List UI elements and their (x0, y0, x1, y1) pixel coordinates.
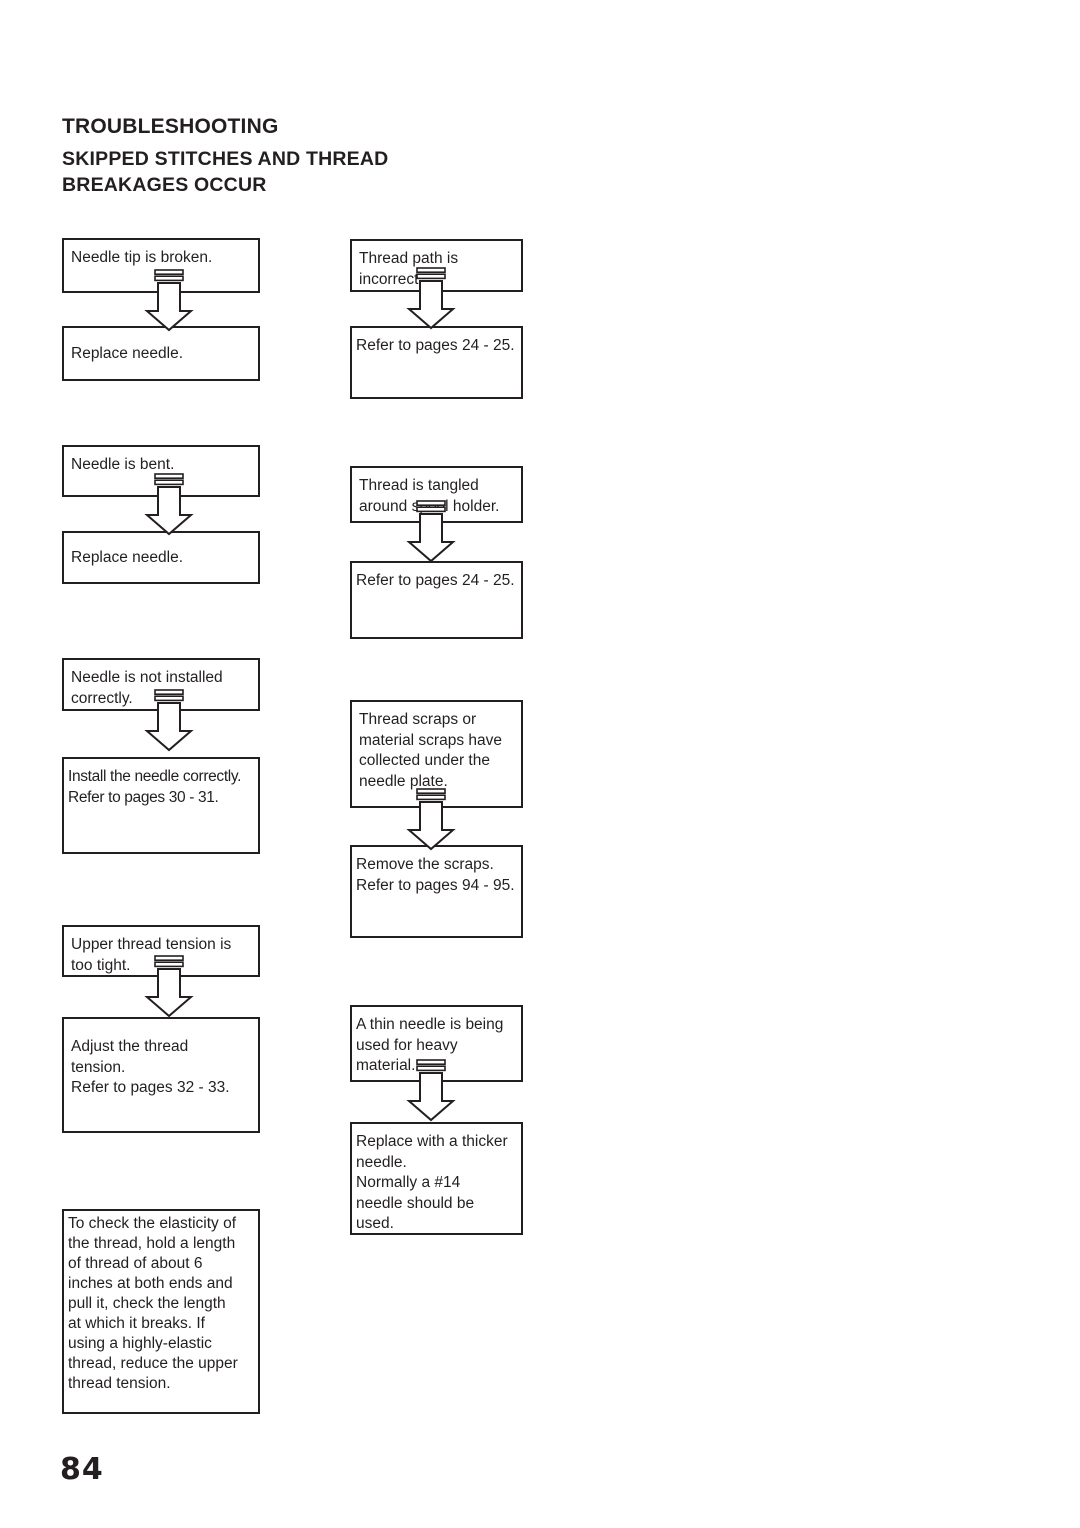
note-line-7: using a highly-elastic (68, 1335, 212, 1352)
remedy-box-needle-not-installed: Install the needle correctly. Refer to p… (62, 757, 260, 854)
remedy-text-line-2: Refer to pages 94 - 95. (356, 876, 515, 894)
cause-text-line-2: material scraps have (359, 731, 503, 749)
remedy-box-upper-thread-tension: Adjust the thread tension. Refer to page… (62, 1017, 260, 1133)
down-arrow-icon (403, 1059, 459, 1122)
remedy-text-line-3: Refer to pages 32 - 33. (71, 1079, 230, 1096)
remedy-text-line-2: needle. (356, 1153, 407, 1171)
down-arrow-icon (141, 473, 197, 536)
cause-text-line-1: Thread is tangled (359, 477, 479, 494)
remedy-text-line-1: Install the needle correctly. (68, 768, 242, 785)
page-heading-block: TROUBLESHOOTING SKIPPED STITCHES AND THR… (62, 112, 582, 198)
document-page: TROUBLESHOOTING SKIPPED STITCHES AND THR… (0, 0, 1080, 1528)
cause-text-line-1: A thin needle is being (356, 1016, 504, 1033)
page-title: TROUBLESHOOTING (62, 115, 279, 138)
remedy-text: Replace needle. (71, 549, 184, 566)
remedy-text-line-4: needle should be (356, 1194, 475, 1212)
cause-text-line-1: Needle is not installed (71, 669, 223, 686)
down-arrow-icon (403, 500, 459, 563)
down-arrow-icon (403, 267, 459, 330)
note-line-6: at which it breaks. If (68, 1315, 205, 1332)
page-subtitle-line-1: SKIPPED STITCHES AND THREAD (62, 148, 389, 170)
cause-text-line-1: Thread path is (359, 250, 459, 267)
note-box-thread-elasticity: To check the elasticity of the thread, h… (62, 1209, 260, 1414)
note-line-5: pull it, check the length (68, 1295, 226, 1312)
note-line-8: thread, reduce the upper (68, 1355, 238, 1372)
remedy-box-needle-tip-broken: Replace needle. (62, 326, 260, 381)
cause-text: Needle tip is broken. (71, 249, 213, 266)
remedy-box-thread-path-incorrect: Refer to pages 24 - 25. (350, 326, 523, 399)
remedy-text-line-3: Normally a #14 (356, 1174, 461, 1191)
remedy-text: Refer to pages 24 - 25. (356, 337, 515, 354)
note-line-3: of thread of about 6 (68, 1255, 203, 1272)
down-arrow-icon (141, 955, 197, 1018)
down-arrow-icon (141, 269, 197, 332)
down-arrow-icon (141, 689, 197, 752)
cause-text-line-3: collected under the (359, 752, 490, 769)
remedy-text-line-2: tension. (71, 1058, 126, 1076)
cause-text-line-2: used for heavy (356, 1036, 458, 1054)
remedy-box-thread-tangled: Refer to pages 24 - 25. (350, 561, 523, 639)
remedy-box-thin-needle-heavy-material: Replace with a thicker needle. Normally … (350, 1122, 523, 1235)
remedy-text-line-1: Adjust the thread (71, 1038, 189, 1055)
note-line-1: To check the elasticity of (68, 1215, 236, 1232)
remedy-text-line-1: Remove the scraps. (356, 856, 494, 873)
down-arrow-icon (403, 788, 459, 851)
note-line-4: inches at both ends and (68, 1275, 233, 1292)
cause-text: Needle is bent. (71, 456, 175, 473)
cause-text-line-1: Thread scraps or (359, 711, 477, 728)
note-line-9: thread tension. (68, 1375, 171, 1392)
cause-text-line-1: Upper thread tension is (71, 936, 232, 953)
remedy-text-line-5: used. (356, 1215, 394, 1232)
page-number: 84 (60, 1452, 104, 1487)
remedy-text-line-1: Replace with a thicker (356, 1133, 508, 1150)
page-subtitle: SKIPPED STITCHES AND THREAD BREAKAGES OC… (62, 146, 422, 198)
page-subtitle-line-2: BREAKAGES OCCUR (62, 174, 267, 196)
remedy-box-needle-bent: Replace needle. (62, 531, 260, 584)
remedy-box-scraps-under-plate: Remove the scraps. Refer to pages 94 - 9… (350, 845, 523, 938)
remedy-text: Replace needle. (71, 345, 184, 362)
remedy-text: Refer to pages 24 - 25. (356, 572, 515, 589)
remedy-text-line-2: Refer to pages 30 - 31. (68, 788, 219, 806)
note-line-2: the thread, hold a length (68, 1235, 236, 1252)
